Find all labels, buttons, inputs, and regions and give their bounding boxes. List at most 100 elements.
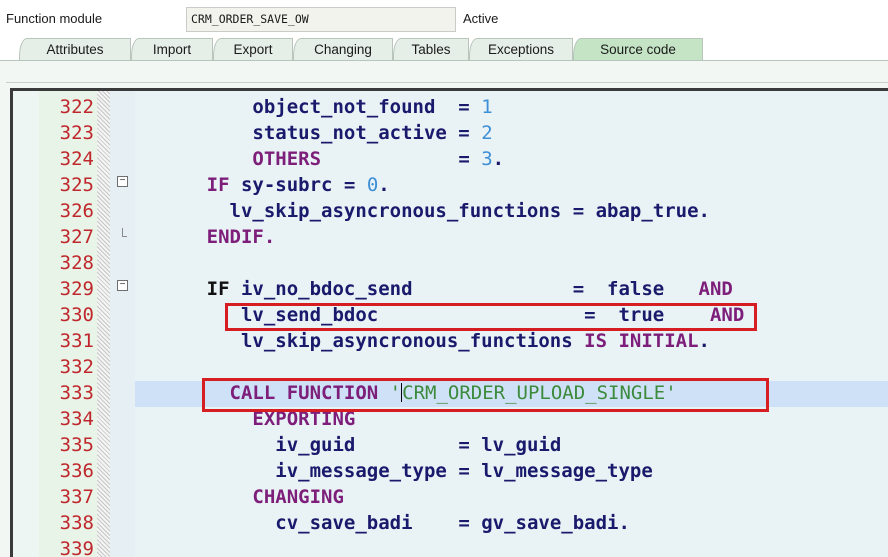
code-token: AND xyxy=(698,278,733,300)
code-token: sy-subrc xyxy=(240,174,344,196)
line-number: 337 xyxy=(59,486,94,508)
highlight-box-send-bdoc xyxy=(225,303,757,331)
header-row: Function module CRM_ORDER_SAVE_OW Active xyxy=(0,0,888,38)
code-line[interactable]: 325 IF sy-subrc = 0. xyxy=(13,172,888,198)
tab-changing[interactable]: Changing xyxy=(293,38,393,61)
code-token: 2 xyxy=(481,122,493,144)
line-number: 322 xyxy=(59,96,94,118)
fold-end-icon xyxy=(122,228,127,237)
code-text: IF iv_no_bdoc_send = false AND xyxy=(138,276,733,302)
code-token: IS INITIAL xyxy=(584,330,699,352)
code-line[interactable]: 324 OTHERS = 3. xyxy=(13,146,888,172)
tab-strip: Attributes Import Export Changing Tables… xyxy=(0,38,888,61)
function-module-label: Function module xyxy=(6,11,103,26)
function-module-name-field[interactable]: CRM_ORDER_SAVE_OW xyxy=(186,7,456,32)
code-token: lv_guid xyxy=(481,434,562,456)
code-text: iv_message_type = lv_message_type xyxy=(138,458,653,484)
code-token: IF xyxy=(206,174,241,196)
line-number: 327 xyxy=(59,226,94,248)
code-text: lv_skip_asyncronous_functions = abap_tru… xyxy=(138,198,710,224)
code-line[interactable]: 323 status_not_active = 2 xyxy=(13,120,888,146)
code-line[interactable]: 322 object_not_found = 1 xyxy=(13,94,888,120)
code-line[interactable]: 328 xyxy=(13,250,888,276)
line-number: 338 xyxy=(59,512,94,534)
code-token: lv_message_type xyxy=(481,460,653,482)
code-token: = xyxy=(458,460,482,482)
fold-collapse-icon[interactable]: − xyxy=(117,176,128,187)
code-token: . xyxy=(698,330,710,352)
code-token: = xyxy=(458,512,482,534)
code-token: = xyxy=(458,96,482,118)
code-token: lv_skip_asyncronous_functions xyxy=(229,200,573,222)
tab-import[interactable]: Import xyxy=(131,38,213,61)
line-number: 323 xyxy=(59,122,94,144)
code-token: ENDIF. xyxy=(206,226,276,248)
code-token: = xyxy=(458,148,482,170)
code-text: status_not_active = 2 xyxy=(138,120,493,146)
tab-source-code[interactable]: Source code xyxy=(573,38,703,61)
code-text: object_not_found = 1 xyxy=(138,94,493,120)
code-line[interactable]: 336 iv_message_type = lv_message_type xyxy=(13,458,888,484)
line-number: 339 xyxy=(59,538,94,557)
line-number: 335 xyxy=(59,434,94,456)
line-number: 324 xyxy=(59,148,94,170)
code-line[interactable]: 339 xyxy=(13,536,888,557)
code-token: lv_skip_asyncronous_functions xyxy=(240,330,585,352)
code-line[interactable]: 338 cv_save_badi = gv_save_badi. xyxy=(13,510,888,536)
code-token: = xyxy=(572,278,608,300)
line-number: 325 xyxy=(59,174,94,196)
status-text: Active xyxy=(463,11,499,26)
code-text: OTHERS = 3. xyxy=(138,146,504,172)
line-number: 332 xyxy=(59,356,94,378)
tab-export[interactable]: Export xyxy=(213,38,293,61)
code-token: iv_no_bdoc_send xyxy=(240,278,573,300)
code-token: 0 xyxy=(366,174,379,196)
code-line[interactable]: 337 CHANGING xyxy=(13,484,888,510)
code-token: abap_true. xyxy=(595,200,710,222)
code-token: 3 xyxy=(481,148,493,170)
code-line[interactable]: 332 xyxy=(13,354,888,380)
line-number: 333 xyxy=(59,382,94,404)
code-editor[interactable]: 322 object_not_found = 1 323 status_not_a… xyxy=(10,88,888,557)
code-text: iv_guid = lv_guid xyxy=(138,432,561,458)
code-token: gv_save_badi. xyxy=(481,512,630,534)
line-number: 329 xyxy=(59,278,94,300)
code-line[interactable]: 329 IF iv_no_bdoc_send = false AND xyxy=(13,276,888,302)
code-token: = xyxy=(458,434,482,456)
code-token: IF xyxy=(206,278,241,300)
code-token: 1 xyxy=(481,96,493,118)
code-line[interactable]: 331 lv_skip_asyncronous_functions IS INI… xyxy=(13,328,888,354)
code-token: iv_guid xyxy=(275,434,459,456)
tab-attributes[interactable]: Attributes xyxy=(19,38,131,61)
code-token: = xyxy=(458,122,482,144)
tab-tables[interactable]: Tables xyxy=(393,38,469,61)
code-text: ENDIF. xyxy=(138,224,276,250)
code-text: CHANGING xyxy=(138,484,344,510)
code-line[interactable]: 327 ENDIF. xyxy=(13,224,888,250)
code-token: = xyxy=(343,174,367,196)
tab-exceptions[interactable]: Exceptions xyxy=(469,38,573,61)
code-line[interactable]: 326 lv_skip_asyncronous_functions = abap… xyxy=(13,198,888,224)
code-text: IF sy-subrc = 0. xyxy=(138,172,390,198)
code-token: . xyxy=(378,174,390,196)
code-token: OTHERS xyxy=(252,148,322,170)
fold-collapse-icon[interactable]: − xyxy=(117,280,128,291)
code-token: iv_message_type xyxy=(275,460,459,482)
code-line[interactable]: 335 iv_guid = lv_guid xyxy=(13,432,888,458)
line-number: 326 xyxy=(59,200,94,222)
code-token: object_not_found xyxy=(252,96,459,118)
line-number: 334 xyxy=(59,408,94,430)
code-token: CHANGING xyxy=(252,486,344,508)
line-number: 330 xyxy=(59,304,94,326)
